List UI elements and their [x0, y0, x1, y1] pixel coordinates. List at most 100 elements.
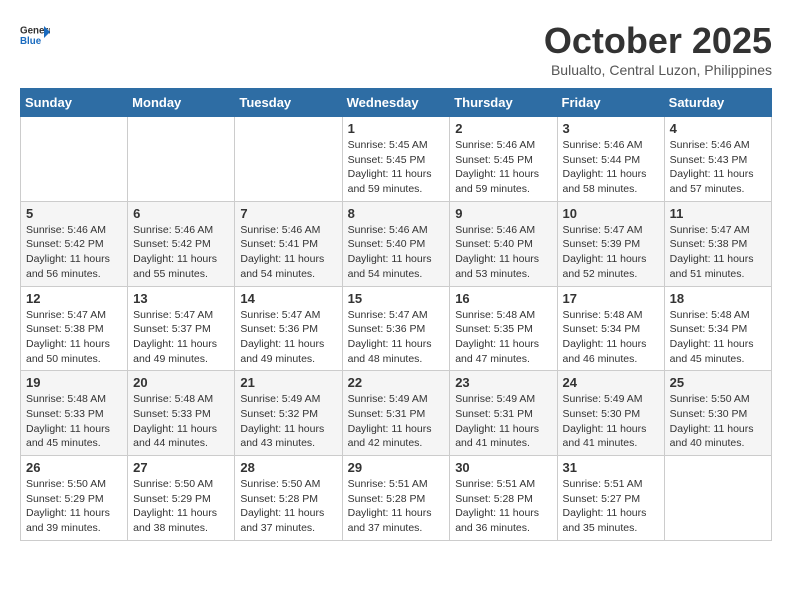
day-number: 22 — [348, 375, 445, 390]
day-number: 23 — [455, 375, 551, 390]
calendar-cell: 7 Sunrise: 5:46 AM Sunset: 5:41 PM Daylig… — [235, 201, 342, 286]
calendar-cell: 4 Sunrise: 5:46 AM Sunset: 5:43 PM Daylig… — [664, 117, 771, 202]
day-number: 27 — [133, 460, 229, 475]
day-info: Sunrise: 5:49 AM Sunset: 5:32 PM Dayligh… — [240, 392, 336, 451]
day-info: Sunrise: 5:48 AM Sunset: 5:34 PM Dayligh… — [563, 308, 659, 367]
calendar-cell — [128, 117, 235, 202]
day-number: 28 — [240, 460, 336, 475]
calendar-cell: 23Sunrise: 5:49 AM Sunset: 5:31 PM Dayli… — [450, 371, 557, 456]
day-number: 1 — [348, 121, 445, 136]
day-info: Sunrise: 5:46 AM Sunset: 5:44 PM Dayligh… — [563, 138, 659, 197]
day-info: Sunrise: 5:47 AM Sunset: 5:37 PM Dayligh… — [133, 308, 229, 367]
page-header: General Blue October 2025 Bulualto, Cent… — [20, 20, 772, 78]
calendar-cell — [235, 117, 342, 202]
weekday-thursday: Thursday — [450, 89, 557, 117]
day-info: Sunrise: 5:49 AM Sunset: 5:30 PM Dayligh… — [563, 392, 659, 451]
calendar-cell: 28 Sunrise: 5:50 AM Sunset: 5:28 PM Dayli… — [235, 456, 342, 541]
calendar-cell: 10 Sunrise: 5:47 AM Sunset: 5:39 PM Dayli… — [557, 201, 664, 286]
day-info: Sunrise: 5:46 AM Sunset: 5:42 PM Dayligh… — [133, 223, 229, 282]
day-number: 16 — [455, 291, 551, 306]
day-info: Sunrise: 5:51 AM Sunset: 5:28 PM Dayligh… — [348, 477, 445, 536]
day-number: 2 — [455, 121, 551, 136]
calendar-week-2: 5Sunrise: 5:46 AM Sunset: 5:42 PM Daylig… — [21, 201, 772, 286]
day-info: Sunrise: 5:47 AM Sunset: 5:39 PM Dayligh… — [563, 223, 659, 282]
day-number: 7 — [240, 206, 336, 221]
day-number: 9 — [455, 206, 551, 221]
day-info: Sunrise: 5:46 AM Sunset: 5:42 PM Dayligh… — [26, 223, 122, 282]
day-info: Sunrise: 5:47 AM Sunset: 5:36 PM Dayligh… — [240, 308, 336, 367]
svg-text:Blue: Blue — [20, 36, 42, 47]
day-number: 31 — [563, 460, 659, 475]
day-info: Sunrise: 5:46 AM Sunset: 5:43 PM Dayligh… — [670, 138, 766, 197]
calendar-cell — [664, 456, 771, 541]
day-number: 26 — [26, 460, 122, 475]
day-info: Sunrise: 5:46 AM Sunset: 5:40 PM Dayligh… — [455, 223, 551, 282]
calendar-week-3: 12Sunrise: 5:47 AM Sunset: 5:38 PM Dayli… — [21, 286, 772, 371]
day-number: 30 — [455, 460, 551, 475]
calendar-cell — [21, 117, 128, 202]
calendar-cell: 22 Sunrise: 5:49 AM Sunset: 5:31 PM Dayli… — [342, 371, 450, 456]
logo: General Blue — [20, 20, 50, 50]
calendar-cell: 21Sunrise: 5:49 AM Sunset: 5:32 PM Dayli… — [235, 371, 342, 456]
day-number: 15 — [348, 291, 445, 306]
day-number: 6 — [133, 206, 229, 221]
day-number: 3 — [563, 121, 659, 136]
calendar-cell: 14 Sunrise: 5:47 AM Sunset: 5:36 PM Dayli… — [235, 286, 342, 371]
day-info: Sunrise: 5:46 AM Sunset: 5:45 PM Dayligh… — [455, 138, 551, 197]
day-number: 19 — [26, 375, 122, 390]
day-info: Sunrise: 5:46 AM Sunset: 5:41 PM Dayligh… — [240, 223, 336, 282]
weekday-monday: Monday — [128, 89, 235, 117]
title-block: October 2025 Bulualto, Central Luzon, Ph… — [544, 20, 772, 78]
day-info: Sunrise: 5:46 AM Sunset: 5:40 PM Dayligh… — [348, 223, 445, 282]
calendar-cell: 12Sunrise: 5:47 AM Sunset: 5:38 PM Dayli… — [21, 286, 128, 371]
day-number: 14 — [240, 291, 336, 306]
day-number: 29 — [348, 460, 445, 475]
logo-icon: General Blue — [20, 20, 50, 50]
day-info: Sunrise: 5:49 AM Sunset: 5:31 PM Dayligh… — [348, 392, 445, 451]
day-info: Sunrise: 5:48 AM Sunset: 5:33 PM Dayligh… — [133, 392, 229, 451]
location-subtitle: Bulualto, Central Luzon, Philippines — [544, 62, 772, 78]
weekday-friday: Friday — [557, 89, 664, 117]
day-number: 12 — [26, 291, 122, 306]
calendar-cell: 11Sunrise: 5:47 AM Sunset: 5:38 PM Dayli… — [664, 201, 771, 286]
calendar-cell: 26 Sunrise: 5:50 AM Sunset: 5:29 PM Dayli… — [21, 456, 128, 541]
calendar-week-1: 1Sunrise: 5:45 AM Sunset: 5:45 PM Daylig… — [21, 117, 772, 202]
day-info: Sunrise: 5:50 AM Sunset: 5:29 PM Dayligh… — [26, 477, 122, 536]
day-info: Sunrise: 5:48 AM Sunset: 5:35 PM Dayligh… — [455, 308, 551, 367]
calendar-cell: 9 Sunrise: 5:46 AM Sunset: 5:40 PM Daylig… — [450, 201, 557, 286]
calendar-cell: 2 Sunrise: 5:46 AM Sunset: 5:45 PM Daylig… — [450, 117, 557, 202]
day-number: 25 — [670, 375, 766, 390]
calendar-cell: 5Sunrise: 5:46 AM Sunset: 5:42 PM Daylig… — [21, 201, 128, 286]
day-number: 18 — [670, 291, 766, 306]
weekday-tuesday: Tuesday — [235, 89, 342, 117]
calendar-week-4: 19 Sunrise: 5:48 AM Sunset: 5:33 PM Dayli… — [21, 371, 772, 456]
calendar-cell: 16 Sunrise: 5:48 AM Sunset: 5:35 PM Dayli… — [450, 286, 557, 371]
calendar-cell: 18 Sunrise: 5:48 AM Sunset: 5:34 PM Dayli… — [664, 286, 771, 371]
day-info: Sunrise: 5:48 AM Sunset: 5:34 PM Dayligh… — [670, 308, 766, 367]
calendar-cell: 6 Sunrise: 5:46 AM Sunset: 5:42 PM Daylig… — [128, 201, 235, 286]
calendar-cell: 8 Sunrise: 5:46 AM Sunset: 5:40 PM Daylig… — [342, 201, 450, 286]
calendar-cell: 25Sunrise: 5:50 AM Sunset: 5:30 PM Dayli… — [664, 371, 771, 456]
day-number: 10 — [563, 206, 659, 221]
calendar-cell: 27 Sunrise: 5:50 AM Sunset: 5:29 PM Dayli… — [128, 456, 235, 541]
day-info: Sunrise: 5:47 AM Sunset: 5:36 PM Dayligh… — [348, 308, 445, 367]
calendar-cell: 17 Sunrise: 5:48 AM Sunset: 5:34 PM Dayli… — [557, 286, 664, 371]
day-info: Sunrise: 5:50 AM Sunset: 5:28 PM Dayligh… — [240, 477, 336, 536]
calendar-cell: 24Sunrise: 5:49 AM Sunset: 5:30 PM Dayli… — [557, 371, 664, 456]
day-number: 17 — [563, 291, 659, 306]
day-info: Sunrise: 5:50 AM Sunset: 5:29 PM Dayligh… — [133, 477, 229, 536]
calendar-cell: 29 Sunrise: 5:51 AM Sunset: 5:28 PM Dayli… — [342, 456, 450, 541]
day-info: Sunrise: 5:51 AM Sunset: 5:27 PM Dayligh… — [563, 477, 659, 536]
day-number: 4 — [670, 121, 766, 136]
weekday-wednesday: Wednesday — [342, 89, 450, 117]
calendar-cell: 20 Sunrise: 5:48 AM Sunset: 5:33 PM Dayli… — [128, 371, 235, 456]
calendar-table: SundayMondayTuesdayWednesdayThursdayFrid… — [20, 88, 772, 541]
day-number: 11 — [670, 206, 766, 221]
day-number: 20 — [133, 375, 229, 390]
day-number: 8 — [348, 206, 445, 221]
calendar-cell: 3 Sunrise: 5:46 AM Sunset: 5:44 PM Daylig… — [557, 117, 664, 202]
weekday-saturday: Saturday — [664, 89, 771, 117]
day-info: Sunrise: 5:51 AM Sunset: 5:28 PM Dayligh… — [455, 477, 551, 536]
day-number: 13 — [133, 291, 229, 306]
calendar-cell: 15 Sunrise: 5:47 AM Sunset: 5:36 PM Dayli… — [342, 286, 450, 371]
